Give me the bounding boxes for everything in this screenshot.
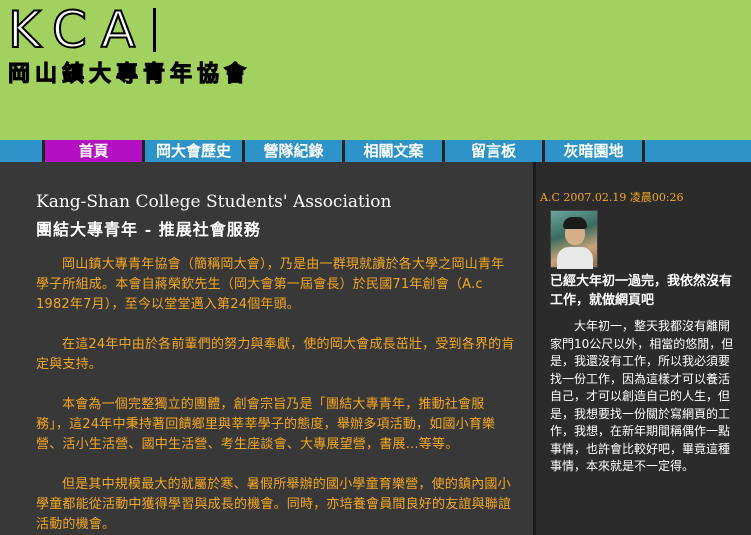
post-body: 大年初一，整天我都沒有離開家門10公尺以外，相當的悠閒，但是，我還沒有工作，所以…: [550, 319, 734, 473]
intro-paragraph: 岡山鎮大專青年協會（簡稱岡大會），乃是由一群現就讀於各大學之岡山青年學子所組成。…: [36, 257, 505, 312]
nav-item-history[interactable]: 岡大會歷史: [142, 140, 242, 162]
nav-item-dark-garden[interactable]: 灰暗園地: [542, 140, 642, 162]
site-header: KCA 岡山鎮大專青年協會: [0, 0, 751, 140]
intro-paragraph: 在這24年中由於各前輩們的努力與奉獻，使的岡大會成長茁壯，受到各界的肯定與支持。: [36, 337, 515, 372]
logo-text: KCA: [7, 1, 150, 59]
post-title: 已經大年初一過完，我依然沒有工作，就做網頁吧: [550, 274, 733, 308]
site-subtitle: 岡山鎮大專青年協會: [7, 61, 252, 88]
main-nav: 首頁 岡大會歷史 營隊紀錄 相關文案 留言板 灰暗園地: [0, 140, 751, 162]
nav-item-articles[interactable]: 相關文案: [342, 140, 442, 162]
nav-filler: [642, 140, 751, 162]
association-english-name: Kang-Shan College Students' Association: [36, 192, 392, 212]
author-photo: [550, 210, 598, 269]
intro-paragraph: 本會為一個完整獨立的團體，創會宗旨乃是「團結大專青年，推動社會服務」，這24年中…: [36, 397, 496, 452]
intro-paragraphs: 岡山鎮大專青年協會（簡稱岡大會），乃是由一群現就讀於各大學之岡山青年學子所組成。…: [36, 255, 516, 535]
nav-item-camps[interactable]: 營隊紀錄: [242, 140, 342, 162]
nav-item-home[interactable]: 首頁: [42, 140, 142, 162]
logo-bar: [153, 8, 157, 52]
association-slogan: 團結大專青年 - 推展社會服務: [36, 220, 261, 239]
blog-sidebar: A.C 2007.02.19 凌晨00:26 已經大年初一過完，我依然沒有工作，…: [536, 162, 751, 535]
main-content: Kang-Shan College Students' Association …: [0, 162, 533, 535]
intro-paragraph: 但是其中規模最大的就屬於寒、暑假所舉辦的國小學童育樂營，使的鎮內國小學童都能從活…: [36, 477, 512, 532]
post-date: A.C 2007.02.19 凌晨00:26: [540, 191, 684, 204]
logo[interactable]: KCA: [7, 1, 157, 59]
nav-item-guestbook[interactable]: 留言板: [442, 140, 542, 162]
